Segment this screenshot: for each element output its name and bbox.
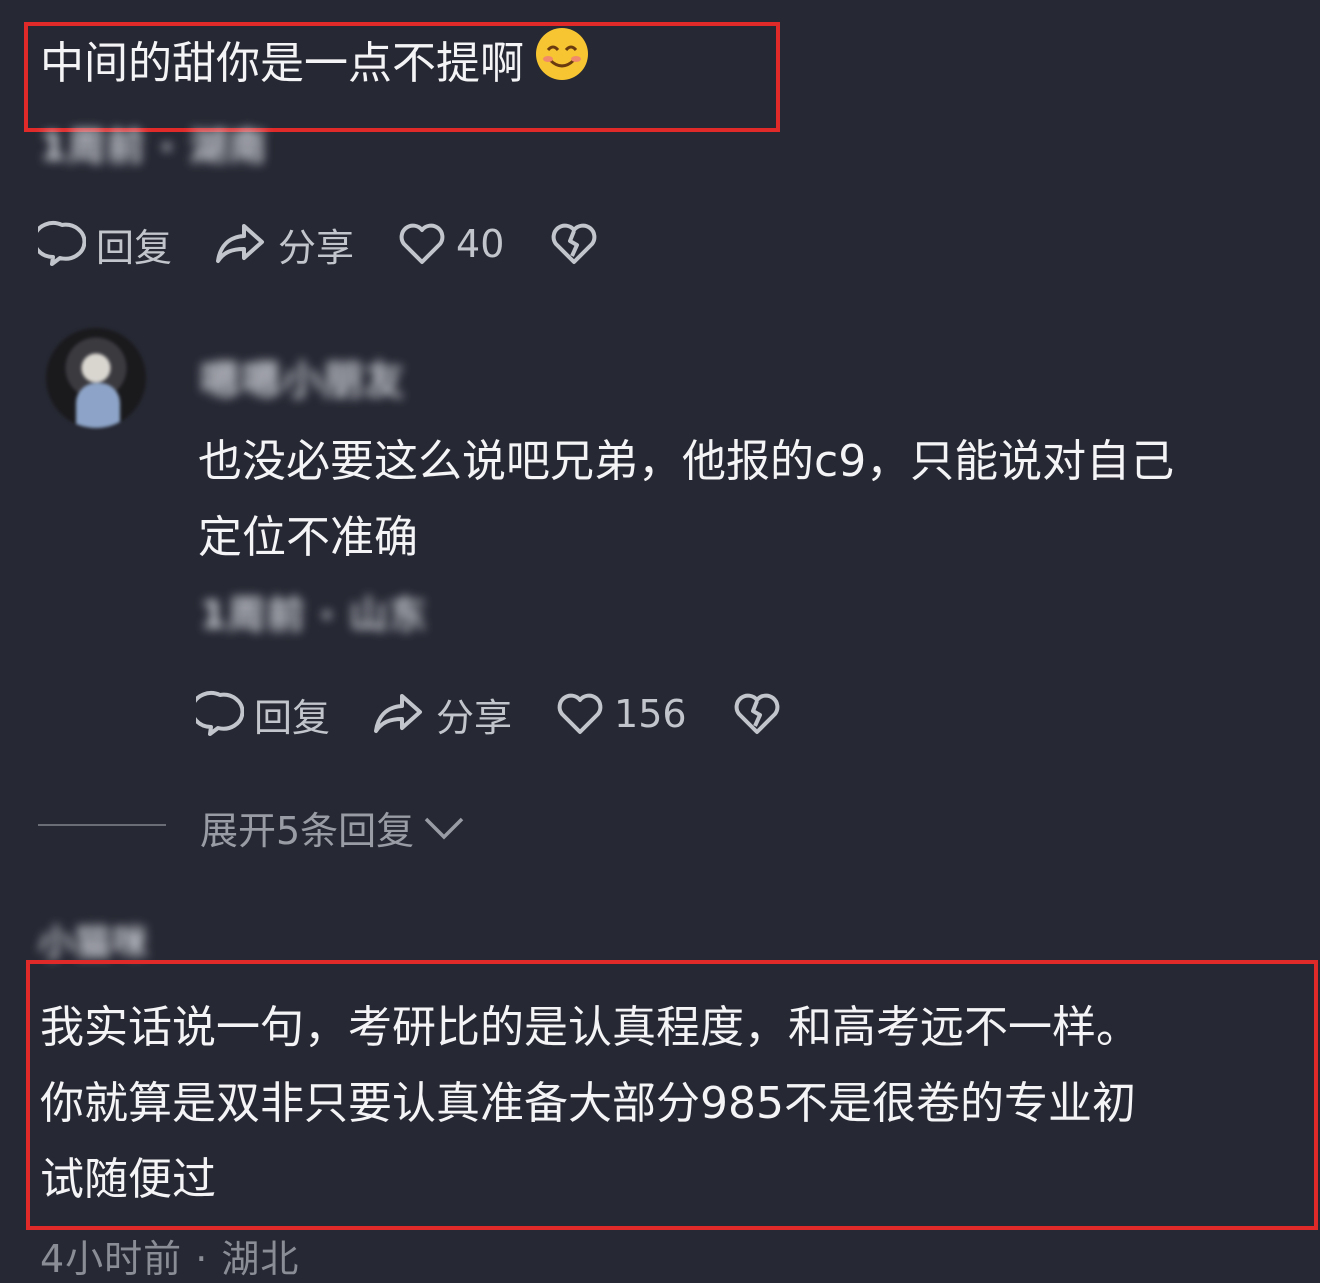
- heart-icon: [399, 223, 445, 264]
- comment-text-line: 试随便过: [40, 1154, 216, 1205]
- reply-button[interactable]: 回复: [196, 687, 330, 742]
- comment-text-line: 我实话说一句，考研比的是认真程度，和高考远不一样。: [40, 1002, 1140, 1053]
- dislike-button[interactable]: [733, 692, 781, 736]
- comment-bubble-icon: [38, 221, 86, 266]
- expand-replies-label: 展开5条回复: [200, 809, 415, 853]
- smiling-face-icon: [534, 26, 590, 106]
- chevron-down-icon: [424, 817, 464, 839]
- like-button[interactable]: 40: [398, 222, 504, 266]
- reply-actions: 回复 分享 156: [196, 684, 781, 744]
- like-count: 40: [456, 222, 505, 266]
- comment-bubble-icon: [196, 691, 244, 736]
- like-count: 156: [614, 692, 687, 736]
- like-button[interactable]: 156: [556, 692, 687, 736]
- dislike-button[interactable]: [550, 222, 598, 266]
- reply-label: 回复: [254, 695, 331, 740]
- broken-heart-icon: [734, 693, 779, 734]
- comment-meta: 4小时前 · 湖北: [40, 1237, 300, 1281]
- share-button[interactable]: 分享: [370, 687, 512, 742]
- reply-label: 回复: [96, 225, 173, 270]
- share-arrow-icon: [374, 694, 423, 733]
- comment-body: 中间的甜你是一点不提啊: [40, 38, 524, 89]
- reply-meta: 1周前 · 山东: [200, 593, 428, 637]
- comment-text: 我实话说一句，考研比的是认真程度，和高考远不一样。 你就算是双非只要认真准备大部…: [40, 990, 1140, 1218]
- comment-text-line: 你就算是双非只要认真准备大部分985不是很卷的专业初: [40, 1078, 1136, 1129]
- share-button[interactable]: 分享: [212, 217, 354, 272]
- reply-text-line: 也没必要这么说吧兄弟，他报的c9，只能说对自己: [198, 436, 1175, 487]
- broken-heart-icon: [552, 223, 597, 264]
- share-label: 分享: [278, 225, 355, 270]
- reply-text: 也没必要这么说吧兄弟，他报的c9，只能说对自己 定位不准确: [198, 424, 1174, 576]
- comment-text: 中间的甜你是一点不提啊: [40, 26, 590, 106]
- share-label: 分享: [436, 695, 513, 740]
- heart-icon: [557, 693, 603, 734]
- reply-username[interactable]: 嗯嗯小朋友: [200, 348, 405, 406]
- reply-button[interactable]: 回复: [38, 217, 172, 272]
- avatar[interactable]: [46, 328, 146, 428]
- comment-username[interactable]: 小猫咪: [38, 914, 149, 966]
- expand-divider: [38, 824, 166, 826]
- reply-text-line: 定位不准确: [198, 512, 418, 563]
- share-arrow-icon: [216, 224, 265, 263]
- comment-actions: 回复 分享 40: [38, 214, 598, 274]
- comment-meta: 1周前 · 湖南: [40, 125, 268, 169]
- expand-replies-button[interactable]: 展开5条回复: [200, 800, 466, 855]
